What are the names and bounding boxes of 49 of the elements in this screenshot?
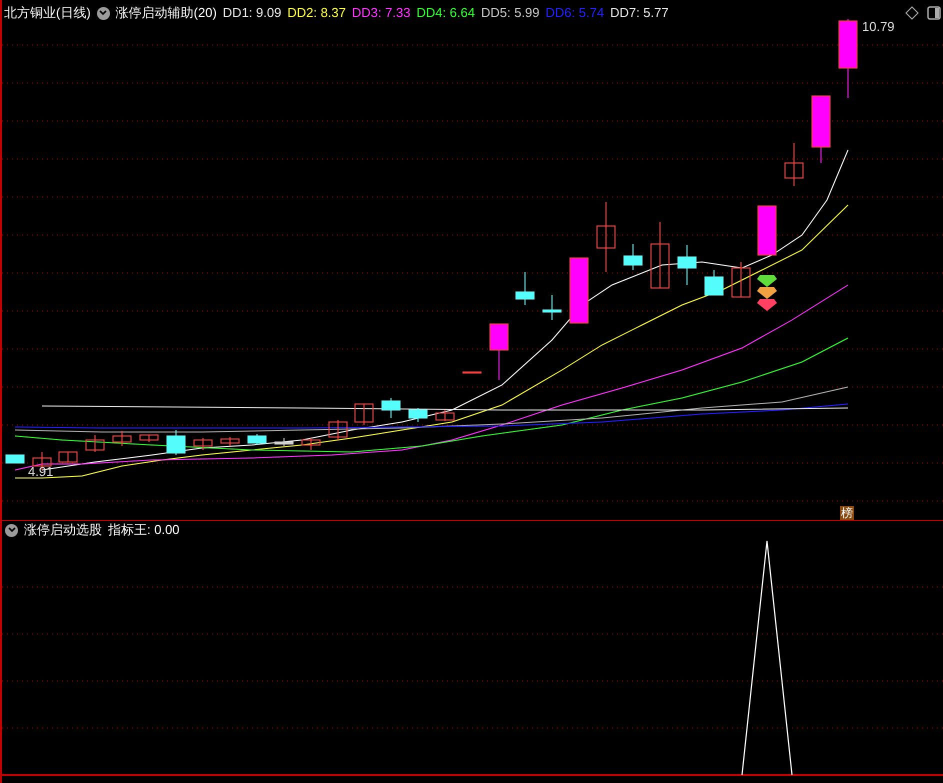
- candlestick: [354, 404, 374, 426]
- legend-value: DD4: 6.64: [416, 4, 475, 22]
- collapse-icon[interactable]: [96, 6, 110, 20]
- legend-value: DD1: 9.09: [222, 4, 282, 22]
- indicator-name: 涨停启动辅助(20): [116, 4, 217, 22]
- indicator-name: 涨停启动选股: [24, 521, 102, 540]
- candlestick: [382, 398, 400, 418]
- candlestick: [6, 454, 24, 464]
- candlestick: [812, 96, 830, 164]
- candlestick: [140, 434, 158, 442]
- candlestick: [570, 258, 588, 324]
- candlestick: [650, 222, 670, 288]
- candlestick: [462, 372, 482, 374]
- candlestick: [436, 410, 454, 422]
- candlestick: [194, 438, 212, 450]
- candlestick: [784, 142, 804, 186]
- low-price-label: 4.91: [28, 463, 54, 481]
- candlestick: [408, 408, 428, 422]
- candlestick: [624, 244, 642, 270]
- candlestick: [112, 430, 132, 446]
- candlestick: [732, 262, 750, 298]
- gem-icon: [757, 272, 777, 312]
- candlestick: [220, 436, 240, 446]
- candlestick: [542, 294, 562, 320]
- legend-value: DD3: 7.33: [352, 4, 410, 22]
- candlestick: [704, 270, 724, 296]
- candlestick: [678, 244, 696, 286]
- legend-value: DD6: 5.74: [546, 4, 604, 22]
- candlestick: [328, 420, 348, 440]
- candlestick: [596, 202, 616, 272]
- candlestick: [166, 430, 186, 456]
- high-price-label: 10.79: [862, 18, 895, 36]
- legend-value: DD2: 8.37: [287, 4, 346, 22]
- candlestick: [274, 438, 294, 446]
- collapse-icon[interactable]: [5, 524, 18, 536]
- candlestick: [248, 434, 266, 446]
- rank-badge: 榜: [840, 506, 854, 520]
- indicator-value: 指标王: 0.00: [108, 521, 180, 540]
- candlestick: [490, 324, 508, 380]
- candlestick: [86, 434, 104, 452]
- candlestick: [58, 452, 78, 462]
- panel-toggle-icon[interactable]: [927, 6, 941, 20]
- legend-value: DD7: 5.77: [610, 4, 669, 22]
- candlestick: [516, 272, 534, 306]
- legend-value: DD5: 5.99: [480, 4, 540, 22]
- candlestick: [302, 438, 320, 450]
- diamond-icon[interactable]: [905, 6, 919, 20]
- chart-title: 北方铜业(日线): [4, 4, 91, 22]
- candlestick: [758, 206, 776, 256]
